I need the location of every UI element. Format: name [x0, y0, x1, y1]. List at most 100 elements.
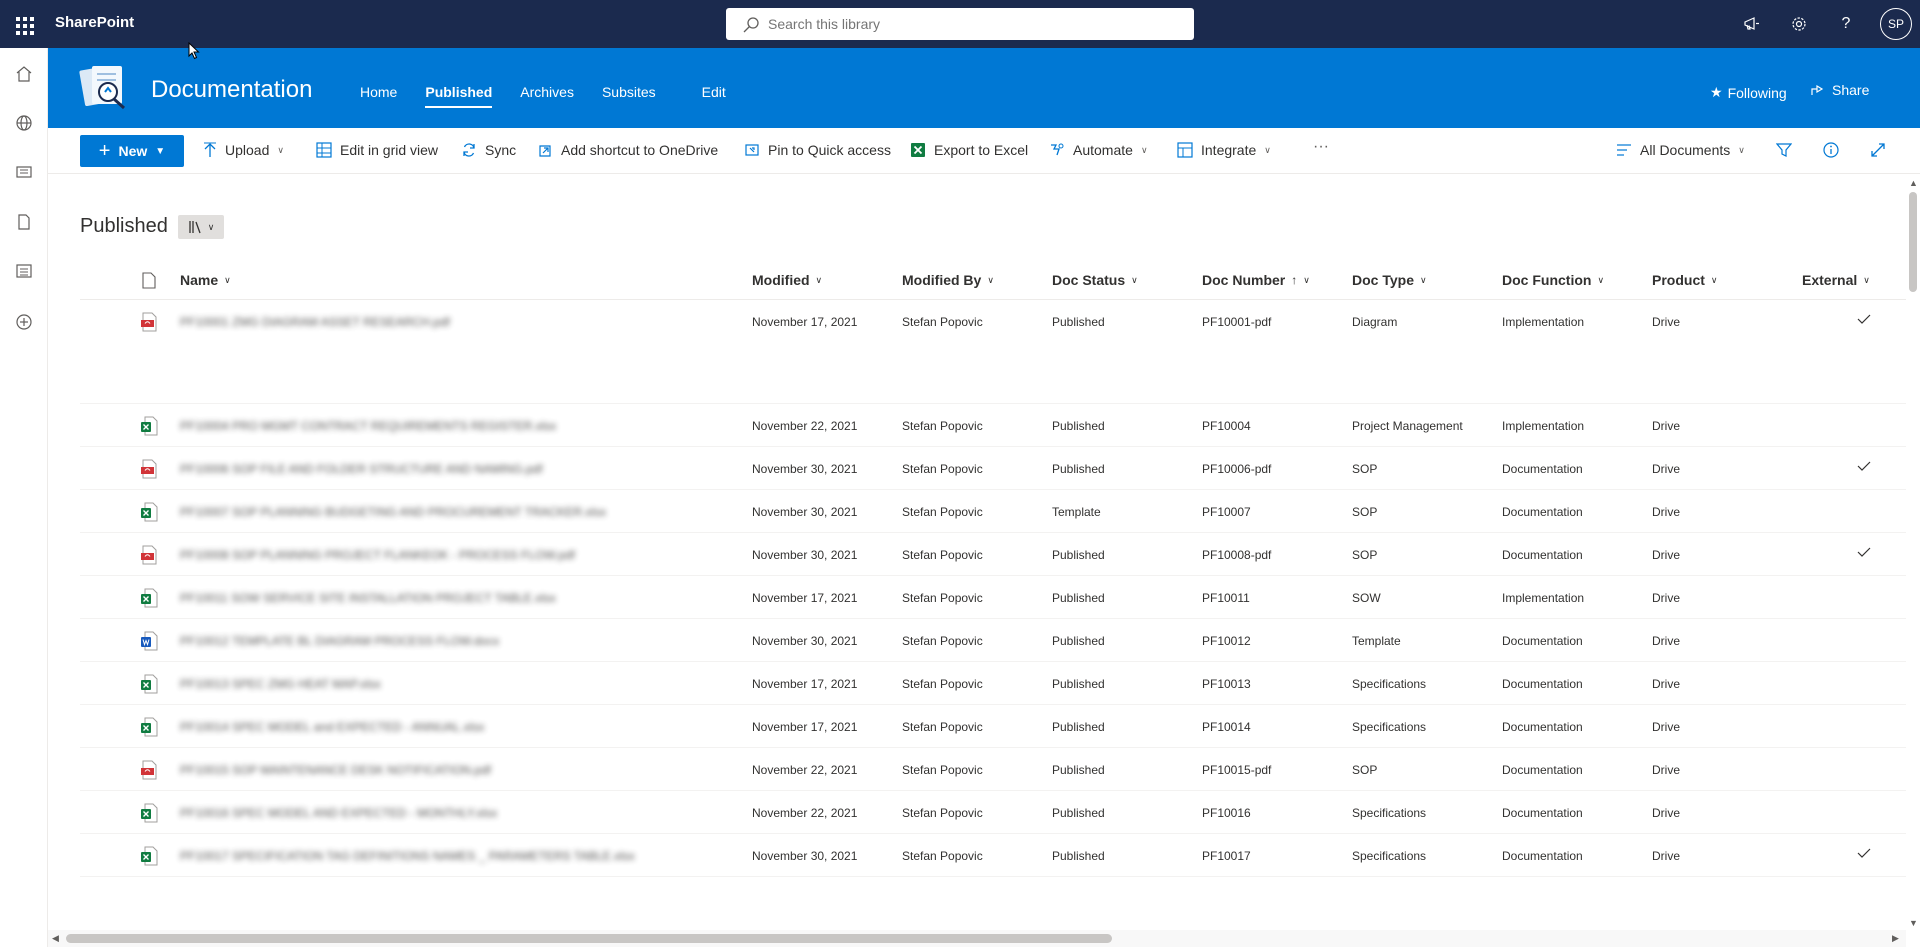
- pin-quick-access-button[interactable]: Pin to Quick access: [744, 142, 891, 158]
- scroll-up-icon[interactable]: ▲: [1909, 178, 1918, 188]
- column-doc-function[interactable]: Doc Function ∨: [1502, 272, 1604, 288]
- news-icon[interactable]: [12, 160, 36, 184]
- table-row[interactable]: PF10004 PRO MGMT CONTRACT REQUIREMENTS R…: [80, 404, 1910, 447]
- table-row[interactable]: PF10006 SOP FILE AND FOLDER STRUCTURE AN…: [80, 447, 1910, 490]
- column-external[interactable]: External ∨: [1802, 272, 1870, 288]
- new-button[interactable]: + New ▼: [80, 135, 184, 167]
- xlsx-file-icon: [141, 803, 158, 823]
- vertical-scroll-thumb[interactable]: [1909, 192, 1917, 292]
- nav-subsites[interactable]: Subsites: [602, 84, 656, 100]
- scroll-down-icon[interactable]: ▼: [1909, 918, 1918, 928]
- file-name[interactable]: PF10001 ZMG DIAGRAM ASSET RESEARCH.pdf: [180, 315, 450, 329]
- horizontal-scrollbar[interactable]: ◀ ▶: [48, 930, 1906, 947]
- product: Drive: [1652, 720, 1681, 734]
- create-icon[interactable]: [12, 310, 36, 334]
- integrate-button[interactable]: Integrate ∨: [1177, 142, 1271, 158]
- filter-button[interactable]: [1776, 142, 1792, 158]
- info-button[interactable]: [1823, 142, 1839, 158]
- table-row[interactable]: PF10008 SOP PLANNING PROJECT FLANKEOK - …: [80, 533, 1910, 576]
- file-name[interactable]: PF10017 SPECIFICATION TAG DEFINITIONS NA…: [180, 849, 635, 863]
- site-title[interactable]: Documentation: [151, 76, 312, 104]
- file-name[interactable]: PF10007 SOP PLANNING BUDGETING AND PROCU…: [180, 505, 606, 519]
- table-row[interactable]: PF10001 ZMG DIAGRAM ASSET RESEARCH.pdf No…: [80, 300, 1910, 404]
- globe-icon[interactable]: [12, 111, 36, 135]
- file-name[interactable]: PF10004 PRO MGMT CONTRACT REQUIREMENTS R…: [180, 419, 556, 433]
- sync-icon: [463, 143, 475, 157]
- upload-button[interactable]: Upload ∨: [203, 142, 284, 158]
- doc-function: Documentation: [1502, 548, 1583, 562]
- following-button[interactable]: ★ Following: [1710, 84, 1787, 101]
- new-label: New: [118, 143, 148, 159]
- nav-edit[interactable]: Edit: [702, 84, 726, 100]
- chevron-down-icon: ∨: [207, 221, 215, 232]
- chevron-down-icon: ∨: [1738, 144, 1745, 155]
- home-icon[interactable]: [12, 62, 36, 86]
- file-type-header-icon[interactable]: [142, 272, 156, 289]
- column-doc-number[interactable]: Doc Number ↑ ∨: [1202, 272, 1310, 288]
- file-name[interactable]: PF10008 SOP PLANNING PROJECT FLANKEOK - …: [180, 548, 575, 562]
- chevron-down-icon: ∨: [1597, 274, 1605, 285]
- chevron-down-icon: ∨: [1264, 144, 1271, 155]
- chevron-down-icon: ∨: [987, 274, 994, 285]
- file-name[interactable]: PF10014 SPEC MODEL and EXPECTED - ANNUAL…: [180, 720, 484, 734]
- more-button[interactable]: ···: [1313, 138, 1329, 156]
- file-name[interactable]: PF10006 SOP FILE AND FOLDER STRUCTURE AN…: [180, 462, 543, 476]
- sync-button[interactable]: Sync: [461, 142, 516, 158]
- file-name[interactable]: PF10015 SOP MAINTENANCE DESK NOTIFICATIO…: [180, 763, 491, 777]
- column-doc-status[interactable]: Doc Status ∨: [1052, 272, 1138, 288]
- avatar[interactable]: SP: [1880, 8, 1912, 40]
- product: Drive: [1652, 677, 1681, 691]
- table-row[interactable]: PF10017 SPECIFICATION TAG DEFINITIONS NA…: [80, 834, 1910, 877]
- doc-status: Published: [1052, 634, 1105, 648]
- edit-grid-button[interactable]: Edit in grid view: [316, 142, 438, 158]
- export-excel-button[interactable]: Export to Excel: [910, 142, 1028, 158]
- pin-icon: [745, 144, 759, 156]
- automate-label: Automate: [1073, 142, 1133, 158]
- column-product[interactable]: Product ∨: [1652, 272, 1717, 288]
- scroll-right-icon[interactable]: ▶: [1892, 933, 1899, 944]
- file-name[interactable]: PF10011 SOW SERVICE SITE INSTALLATION PR…: [180, 591, 556, 605]
- horizontal-scroll-thumb[interactable]: [66, 934, 1112, 943]
- vertical-scrollbar[interactable]: ▲ ▼: [1906, 178, 1920, 930]
- table-row[interactable]: PF10007 SOP PLANNING BUDGETING AND PROCU…: [80, 490, 1910, 533]
- doc-type: Template: [1352, 634, 1401, 648]
- view-selector[interactable]: All Documents ∨: [1616, 142, 1745, 158]
- share-label: Share: [1832, 82, 1870, 98]
- table-row[interactable]: PF10012 TEMPLATE BL DIAGRAM PROCESS FLOW…: [80, 619, 1910, 662]
- file-name[interactable]: PF10016 SPEC MODEL AND EXPECTED - MONTHL…: [180, 806, 497, 820]
- table-row[interactable]: PF10011 SOW SERVICE SITE INSTALLATION PR…: [80, 576, 1910, 619]
- search-input[interactable]: [768, 8, 1168, 40]
- column-modified-by[interactable]: Modified By ∨: [902, 272, 994, 288]
- automate-button[interactable]: Automate ∨: [1049, 142, 1148, 158]
- search-box[interactable]: [726, 8, 1194, 40]
- scroll-left-icon[interactable]: ◀: [52, 933, 59, 944]
- expand-button[interactable]: [1870, 142, 1886, 158]
- table-row[interactable]: PF10013 SPEC ZMG HEAT MAP.xlsx November 1…: [80, 662, 1910, 705]
- column-modified[interactable]: Modified ∨: [752, 272, 822, 288]
- pdf-file-icon: [141, 760, 157, 780]
- chevron-down-icon: ∨: [1131, 274, 1138, 285]
- gear-icon[interactable]: [1785, 10, 1813, 38]
- doc-function: Documentation: [1502, 806, 1583, 820]
- column-doc-type[interactable]: Doc Type ∨: [1352, 272, 1427, 288]
- expand-icon: [1871, 143, 1885, 157]
- app-name[interactable]: SharePoint: [55, 14, 134, 31]
- add-shortcut-button[interactable]: Add shortcut to OneDrive: [537, 142, 718, 158]
- document-icon[interactable]: [12, 210, 36, 234]
- table-row[interactable]: PF10014 SPEC MODEL and EXPECTED - ANNUAL…: [80, 705, 1910, 748]
- lists-icon[interactable]: [12, 259, 36, 283]
- help-icon[interactable]: ?: [1832, 10, 1860, 38]
- table-row[interactable]: PF10015 SOP MAINTENANCE DESK NOTIFICATIO…: [80, 748, 1910, 791]
- app-launcher-icon[interactable]: [11, 11, 37, 37]
- share-button[interactable]: Share: [1810, 82, 1869, 98]
- file-name[interactable]: PF10012 TEMPLATE BL DIAGRAM PROCESS FLOW…: [180, 634, 499, 648]
- column-name[interactable]: Name ∨: [180, 272, 231, 288]
- product: Drive: [1652, 315, 1681, 329]
- nav-published[interactable]: Published: [425, 84, 492, 108]
- table-row[interactable]: PF10016 SPEC MODEL AND EXPECTED - MONTHL…: [80, 791, 1910, 834]
- library-view-switch[interactable]: ∨: [178, 215, 224, 239]
- nav-archives[interactable]: Archives: [520, 84, 574, 100]
- nav-home[interactable]: Home: [360, 84, 397, 100]
- megaphone-icon[interactable]: [1738, 10, 1766, 38]
- file-name[interactable]: PF10013 SPEC ZMG HEAT MAP.xlsx: [180, 677, 381, 691]
